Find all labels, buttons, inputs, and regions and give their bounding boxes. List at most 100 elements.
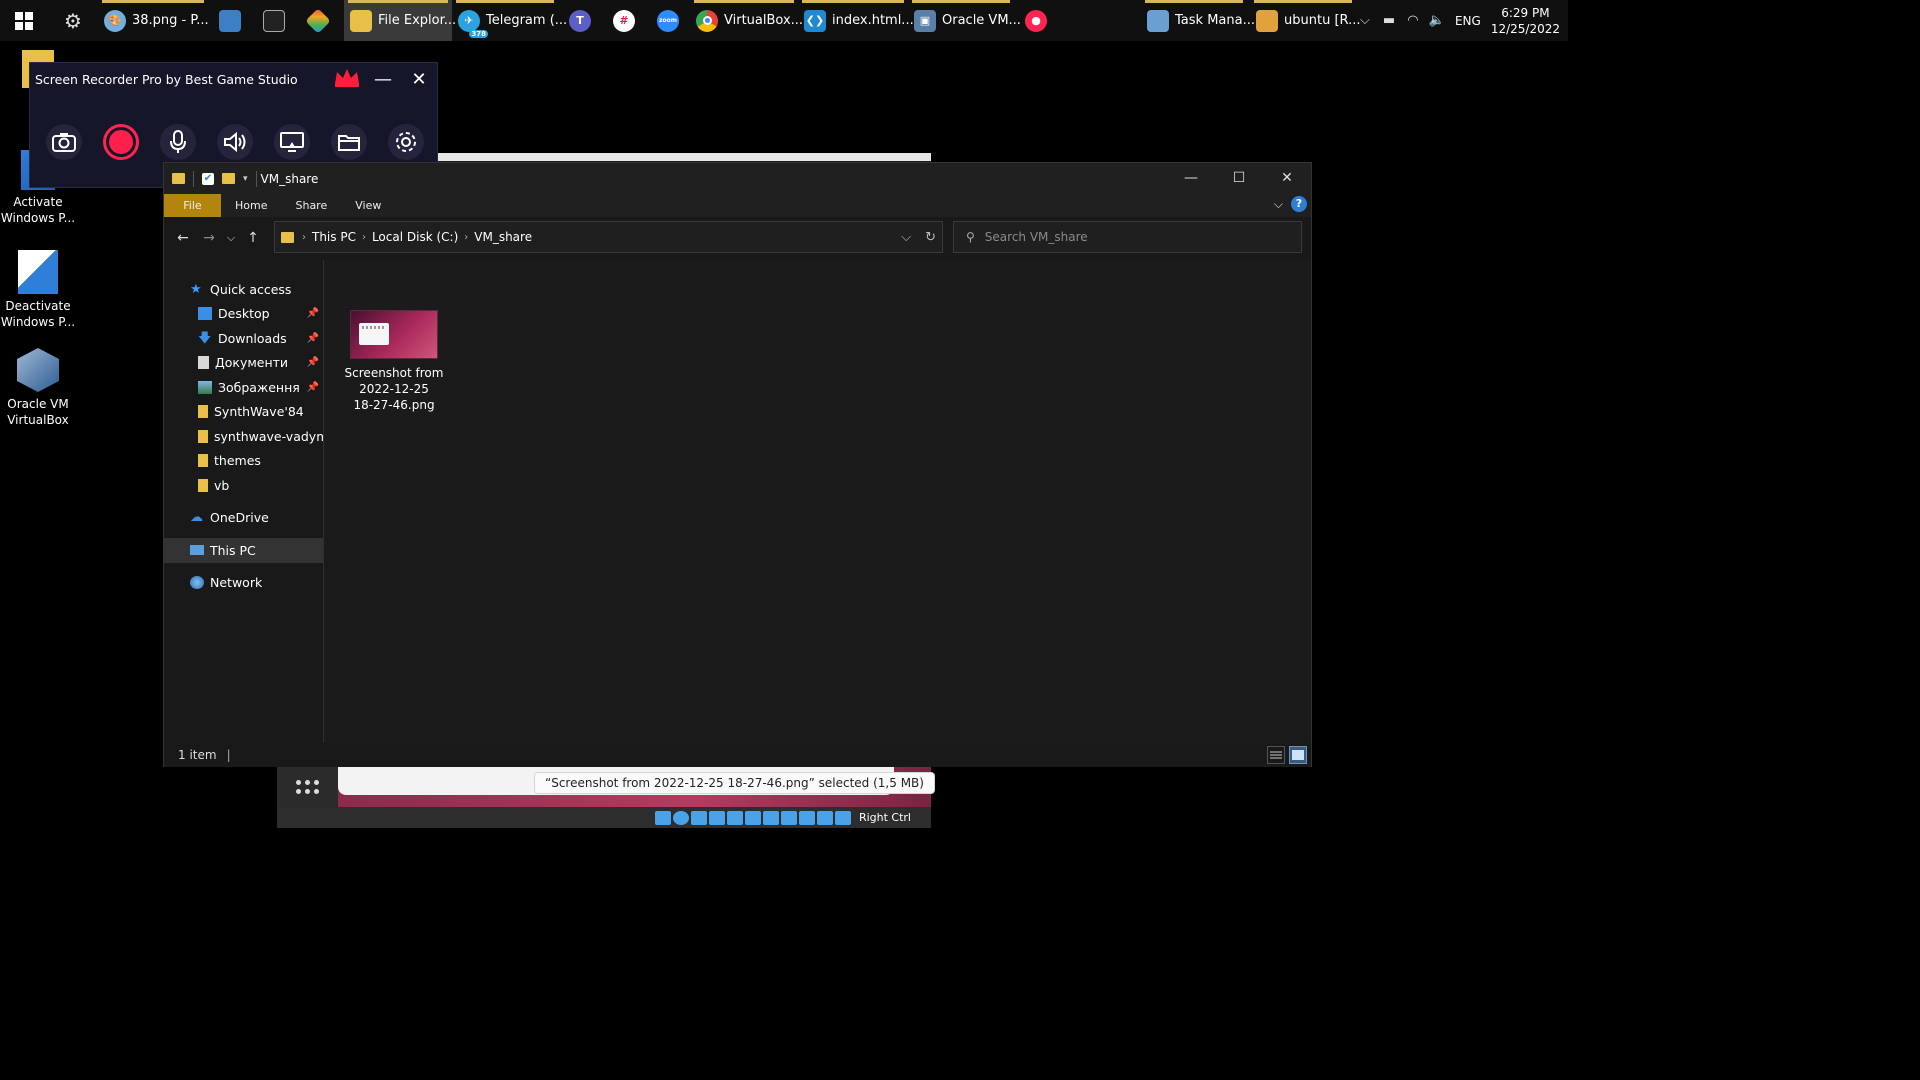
minimize-button[interactable]: — <box>365 69 401 90</box>
taskbar-item-label: Oracle VM... <box>942 13 1021 28</box>
sidebar-item-folder[interactable]: vb <box>164 473 323 498</box>
breadcrumb-local-disk[interactable]: Local Disk (C:) <box>372 230 458 244</box>
taskbar-item-chrome[interactable]: VirtualBox... <box>690 0 803 41</box>
record-icon <box>109 130 133 154</box>
chevron-up-icon[interactable]: ⌵ <box>1353 13 1377 28</box>
breadcrumb-separator[interactable]: › <box>464 232 468 243</box>
new-folder-icon[interactable] <box>222 173 235 184</box>
refresh-icon[interactable]: ↻ <box>925 230 936 245</box>
battery-icon[interactable]: ▬ <box>1377 13 1401 28</box>
sidebar-item-label: This PC <box>210 542 256 558</box>
sidebar-item-quick-access[interactable]: ★ Quick access <box>164 277 323 302</box>
desktop-icon-virtualbox[interactable]: Oracle VM VirtualBox <box>0 348 76 428</box>
taskbar-item-vscode[interactable]: ❮❯ index.html... <box>798 0 914 41</box>
vm-audio-icon[interactable] <box>690 810 707 825</box>
customize-qat-icon[interactable]: ▾ <box>243 174 248 184</box>
sidebar-item-folder[interactable]: synthwave-vadym4c <box>164 424 323 449</box>
taskbar-item-ubuntu-vm[interactable]: ubuntu [R... <box>1250 0 1360 41</box>
screen-select-button[interactable] <box>274 124 310 160</box>
start-button[interactable] <box>0 0 48 41</box>
expand-ribbon-icon[interactable]: ⌵ <box>1274 197 1283 212</box>
crown-icon[interactable] <box>329 67 365 92</box>
taskbar-item-file-explorer[interactable]: File Explor... <box>344 0 456 41</box>
clock[interactable]: 6:29 PM 12/25/2022 <box>1491 5 1560 37</box>
file-explorer-window[interactable]: ✔ ▾ VM_share — ☐ ✕ File Home Share View … <box>163 162 1312 767</box>
screenshot-button[interactable] <box>46 124 82 160</box>
desktop-icon-deactivate[interactable]: Deactivate Windows P... <box>0 250 76 330</box>
address-dropdown-icon[interactable]: ⌵ <box>901 230 911 245</box>
sidebar-item-downloads[interactable]: 🡇 Downloads 📌 <box>164 326 323 351</box>
breadcrumb-separator[interactable]: › <box>302 232 306 243</box>
taskbar-item-telegram[interactable]: ✈ 378 Telegram (... <box>452 0 567 41</box>
unread-badge: 378 <box>469 29 488 38</box>
sidebar-item-pictures[interactable]: Зображення 📌 <box>164 375 323 400</box>
slack-icon: # <box>613 9 635 32</box>
sidebar-item-folder[interactable]: SynthWave'84 <box>164 400 323 425</box>
vm-display-icon[interactable] <box>762 810 779 825</box>
sidebar-item-onedrive[interactable]: ☁ OneDrive <box>164 506 323 531</box>
file-item[interactable]: Screenshot from 2022-12-25 18-27-46.png <box>344 310 444 413</box>
vm-mouse-icon[interactable] <box>816 810 833 825</box>
taskbar-item-terminal[interactable] <box>252 0 296 41</box>
taskbar-item-git[interactable] <box>296 0 340 41</box>
back-button[interactable]: ← <box>170 230 196 246</box>
system-audio-button[interactable] <box>217 124 253 160</box>
tab-home[interactable]: Home <box>221 194 281 217</box>
breadcrumb-this-pc[interactable]: This PC <box>312 230 356 244</box>
volume-icon[interactable]: 🔈 <box>1425 13 1449 28</box>
recorder-settings-button[interactable] <box>388 124 424 160</box>
taskbar-item-slack[interactable]: # <box>602 0 646 41</box>
wifi-icon[interactable]: ◠ <box>1401 13 1425 28</box>
record-button[interactable] <box>103 124 139 160</box>
vm-recording-icon[interactable] <box>780 810 797 825</box>
vm-selection-toast: “Screenshot from 2022-12-25 18-27-46.png… <box>534 772 935 794</box>
taskbar-item-zoom[interactable]: zoom <box>646 0 690 41</box>
close-button[interactable]: ✕ <box>1263 163 1311 194</box>
open-folder-button[interactable] <box>331 124 367 160</box>
search-box[interactable]: ⚲ <box>953 221 1302 253</box>
details-view-button[interactable] <box>1267 746 1285 764</box>
network-icon <box>190 576 204 590</box>
tab-file[interactable]: File <box>164 194 221 217</box>
up-button[interactable]: ↑ <box>240 230 266 246</box>
vm-app-grid-button[interactable] <box>277 767 338 807</box>
vm-hdd-icon[interactable] <box>654 810 671 825</box>
sidebar-item-network[interactable]: Network <box>164 571 323 596</box>
vm-optical-icon[interactable] <box>672 810 689 825</box>
vm-cpu-icon[interactable] <box>798 810 815 825</box>
search-input[interactable] <box>984 230 1265 244</box>
taskbar-item-oracle-vm[interactable]: ▣ Oracle VM... <box>908 0 1021 41</box>
taskbar-item-paint[interactable]: 🎨 38.png - P... <box>98 0 209 41</box>
taskbar-item-control-panel[interactable] <box>208 0 252 41</box>
language-indicator[interactable]: ENG <box>1455 14 1481 28</box>
sidebar-item-folder[interactable]: themes <box>164 449 323 474</box>
sidebar-item-this-pc[interactable]: This PC <box>164 538 323 563</box>
vm-network-icon[interactable] <box>708 810 725 825</box>
recorder-titlebar[interactable]: Screen Recorder Pro by Best Game Studio … <box>30 63 437 95</box>
git-icon <box>305 7 331 34</box>
large-icons-view-button[interactable] <box>1289 746 1307 764</box>
maximize-button[interactable]: ☐ <box>1215 163 1263 194</box>
tab-share[interactable]: Share <box>281 194 341 217</box>
microphone-button[interactable] <box>160 124 196 160</box>
address-bar[interactable]: › This PC › Local Disk (C:) › VM_share ⌵… <box>274 221 943 253</box>
file-list-area[interactable]: Screenshot from 2022-12-25 18-27-46.png <box>324 260 1311 743</box>
properties-icon[interactable]: ✔ <box>202 172 214 185</box>
file-name-line: 2022-12-25 <box>359 382 429 396</box>
breadcrumb-vm-share[interactable]: VM_share <box>474 230 532 244</box>
breadcrumb-separator[interactable]: › <box>362 232 366 243</box>
taskbar-item-task-manager[interactable]: Task Mana... <box>1141 0 1255 41</box>
sidebar-item-desktop[interactable]: Desktop 📌 <box>164 302 323 327</box>
help-icon[interactable]: ? <box>1291 196 1307 212</box>
forward-button[interactable]: → <box>196 230 222 246</box>
sidebar-item-documents[interactable]: Документи 📌 <box>164 351 323 376</box>
vm-shared-folder-icon[interactable] <box>744 810 761 825</box>
vm-keyboard-icon[interactable] <box>834 810 851 825</box>
close-button[interactable]: ✕ <box>401 69 437 90</box>
settings-taskbar-button[interactable]: ⚙ <box>48 0 98 41</box>
minimize-button[interactable]: — <box>1167 163 1215 194</box>
recent-locations-button[interactable]: ⌵ <box>222 231 240 245</box>
explorer-titlebar[interactable]: ✔ ▾ VM_share — ☐ ✕ <box>164 163 1311 194</box>
vm-usb-icon[interactable] <box>726 810 743 825</box>
tab-view[interactable]: View <box>341 194 395 217</box>
